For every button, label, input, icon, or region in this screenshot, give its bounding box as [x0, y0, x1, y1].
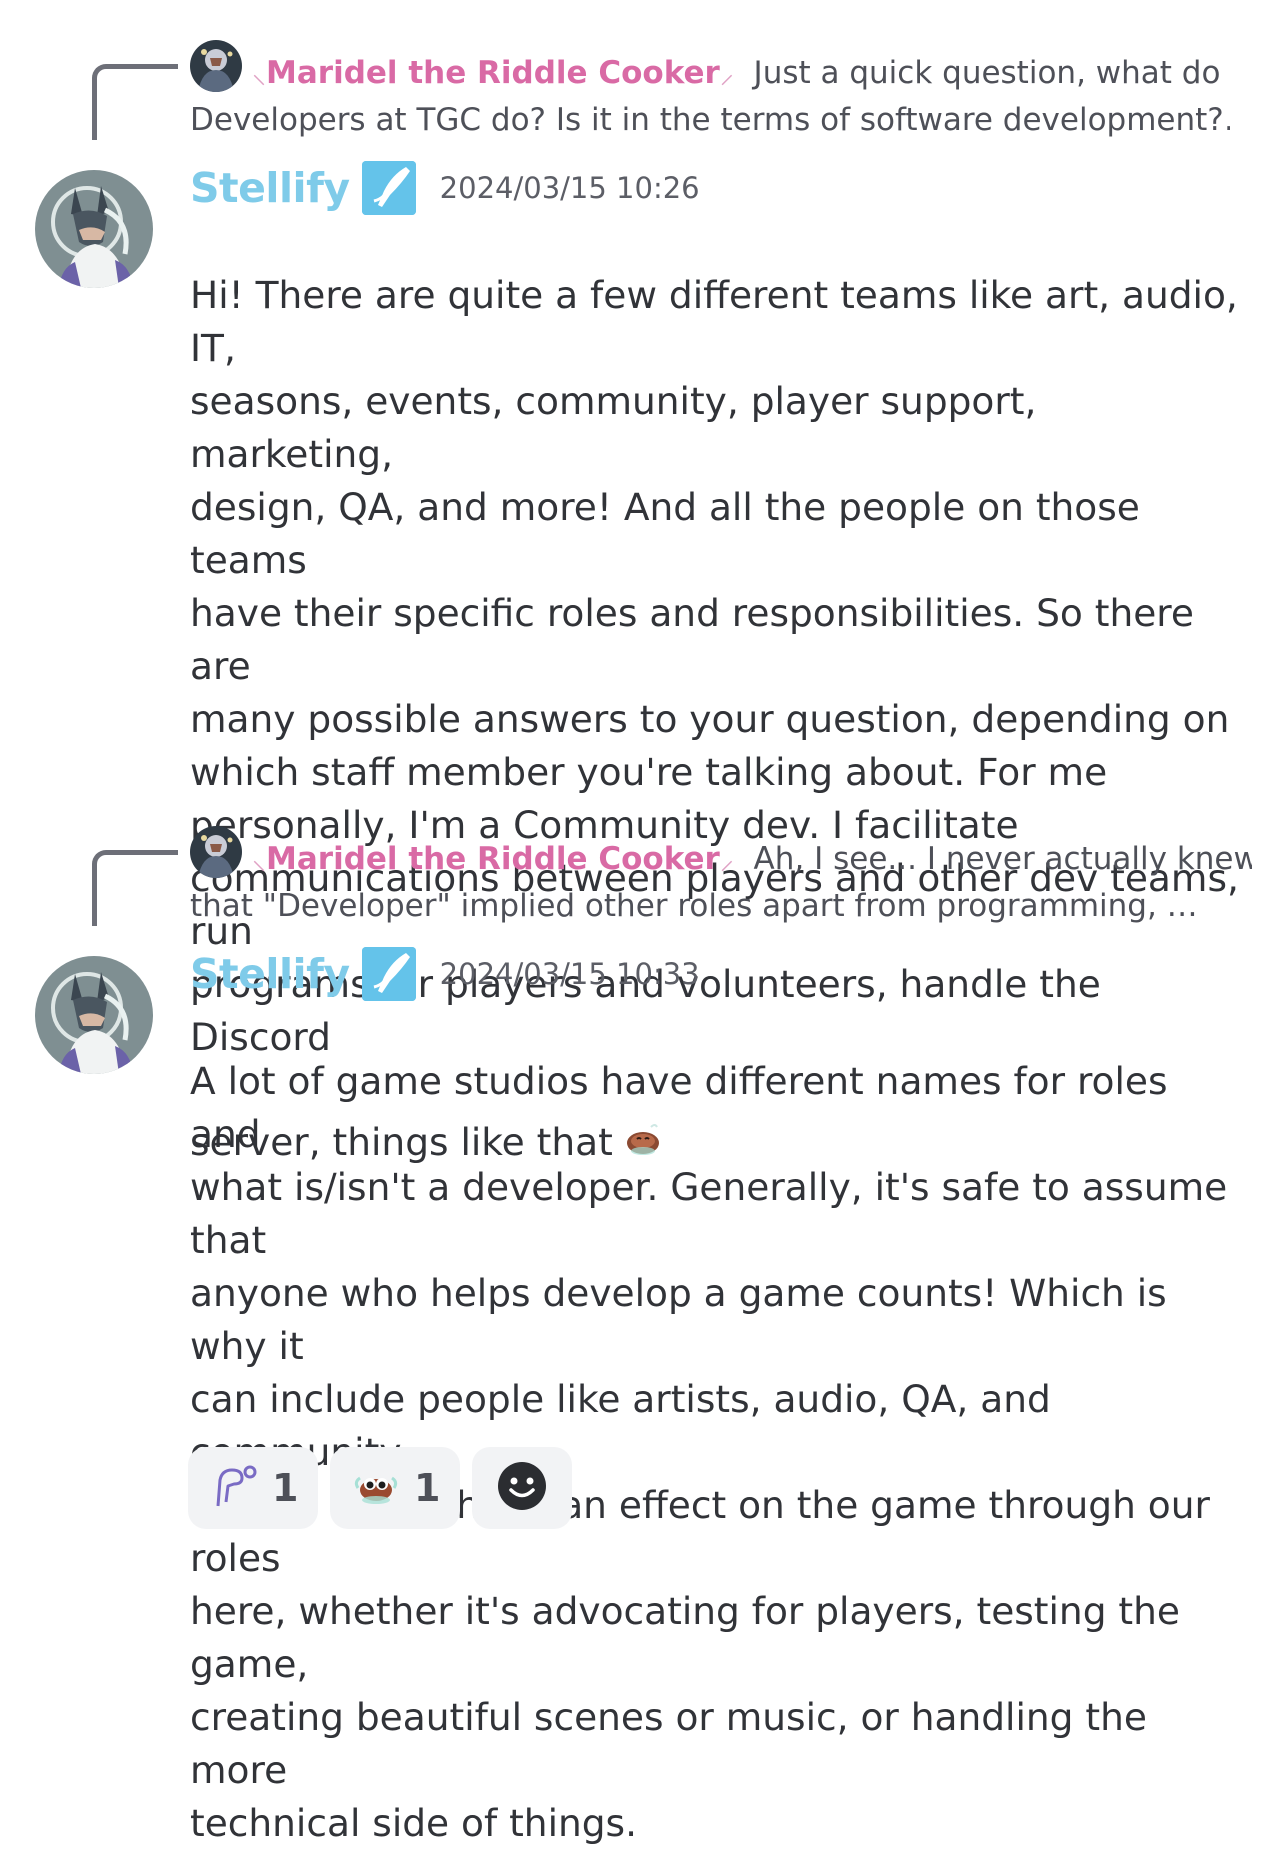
- add-reaction-button[interactable]: [472, 1447, 572, 1529]
- reactions-bar: 1 1: [188, 1447, 572, 1529]
- reply-author[interactable]: Maridel the Riddle Cooker: [266, 841, 720, 877]
- reply-preview-line2[interactable]: that "Developer" implied other roles apa…: [190, 883, 1230, 929]
- reply-text-line2: that "Developer" implied other roles apa…: [190, 888, 1198, 924]
- reply-text-line1: Just a quick question, what do: [753, 55, 1221, 91]
- reply-text-line1: Ah, I see... I never actually knew: [753, 841, 1252, 877]
- timestamp: 2024/03/15 10:33: [439, 957, 700, 991]
- role-badge-icon[interactable]: [361, 947, 416, 1001]
- reaction-crab[interactable]: 1: [330, 1447, 460, 1529]
- reply-avatar[interactable]: [190, 826, 242, 878]
- reaction-count: 1: [272, 1466, 299, 1510]
- reply-preview-line2[interactable]: Developers at TGC do? Is it in the terms…: [190, 97, 1230, 143]
- author-name[interactable]: Stellify: [190, 164, 350, 212]
- reaction-count: 1: [414, 1466, 441, 1510]
- message-header: Stellify 2024/03/15 10:33: [190, 944, 700, 1004]
- timestamp: 2024/03/15 10:26: [439, 171, 700, 205]
- feather-left-icon: ⸜: [252, 57, 267, 90]
- reply-text-line2: Developers at TGC do? Is it in the terms…: [190, 102, 1230, 138]
- reply-preview[interactable]: ⸜Maridel the Riddle Cooker⸝ Ah, I see...…: [252, 836, 1252, 883]
- reply-avatar[interactable]: [190, 40, 242, 92]
- reply-spine: [92, 64, 178, 140]
- reply-author[interactable]: Maridel the Riddle Cooker: [266, 55, 720, 91]
- feather-left-icon: ⸜: [252, 843, 267, 876]
- add-reaction-icon: [496, 1460, 548, 1516]
- crab-emoji-icon: [352, 1462, 400, 1514]
- feather-right-icon: ⸝: [719, 57, 734, 90]
- author-avatar[interactable]: [35, 956, 153, 1074]
- reply-spine: [92, 850, 178, 926]
- wind-swirl-icon: [210, 1462, 258, 1514]
- author-avatar[interactable]: [35, 170, 153, 288]
- role-badge-icon[interactable]: [361, 161, 416, 215]
- message-content: A lot of game studios have different nam…: [190, 1002, 1240, 1850]
- reply-preview[interactable]: ⸜Maridel the Riddle Cooker⸝ Just a quick…: [252, 50, 1252, 97]
- author-name[interactable]: Stellify: [190, 950, 350, 998]
- message-header: Stellify 2024/03/15 10:26: [190, 158, 700, 218]
- reaction-wind-swirl[interactable]: 1: [188, 1447, 318, 1529]
- feather-right-icon: ⸝: [719, 843, 734, 876]
